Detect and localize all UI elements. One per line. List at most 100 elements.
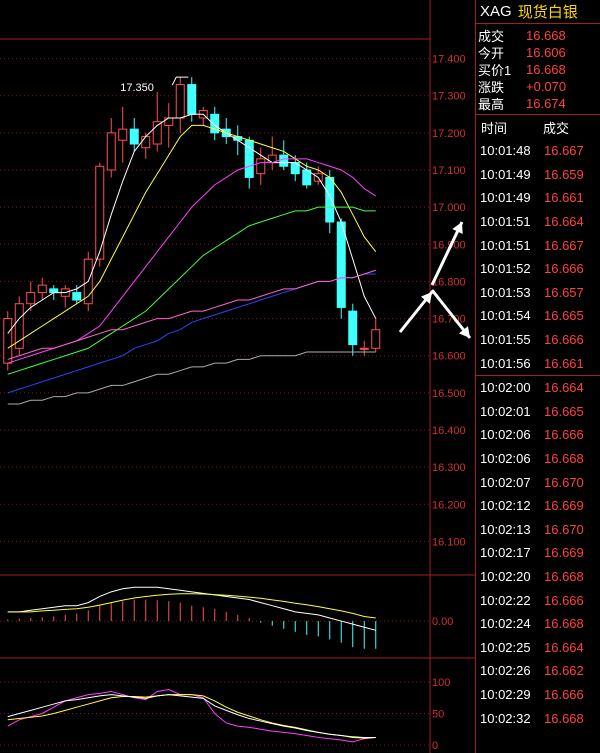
tick-price: 16.668 — [544, 616, 584, 632]
candle-body — [72, 292, 82, 301]
kdj-tick-label: 50 — [432, 709, 444, 721]
symbol-header: XAG 现货白银 — [476, 0, 600, 24]
tick-time: 10:02:25 — [480, 639, 531, 655]
tick-price: 16.664 — [544, 639, 584, 655]
tick-price: 16.670 — [544, 521, 584, 537]
tick-price: 16.667 — [544, 143, 584, 159]
price-tick-label: 17.200 — [432, 128, 466, 140]
kdj-tick-label: 100 — [432, 677, 450, 689]
quote-row: 今开 16.606 — [476, 44, 600, 61]
tick-price: 16.666 — [544, 332, 584, 348]
tick-row: 10:01:49 16.659 — [476, 163, 600, 187]
tick-row: 10:02:13 16.670 — [476, 518, 600, 542]
tick-row: 10:01:51 16.667 — [476, 233, 600, 257]
quote-summary: 成交 16.668 今开 16.606 买价1 16.668 涨跌 +0.070 最高 16.67… — [476, 24, 600, 115]
quote-value: 16.668 — [526, 28, 566, 43]
tick-row: 10:02:24 16.668 — [476, 612, 600, 636]
tick-time: 10:02:06 — [480, 427, 531, 443]
price-tick-label: 16.400 — [432, 425, 466, 437]
tick-time: 10:02:22 — [480, 592, 531, 608]
tick-price: 16.662 — [544, 663, 584, 679]
tick-time: 10:02:07 — [480, 474, 531, 490]
candle-body — [26, 292, 36, 305]
tick-row: 10:01:56 16.661 — [476, 351, 600, 375]
tick-time: 10:02:20 — [480, 568, 531, 584]
tick-time: 10:02:12 — [480, 498, 531, 514]
tick-row: 10:01:48 16.667 — [476, 139, 600, 163]
candle-body — [371, 329, 381, 349]
tick-row: 10:02:17 16.669 — [476, 541, 600, 565]
ticks-header: 时间 成交 — [476, 115, 600, 139]
candle-body — [336, 221, 346, 308]
tick-price: 16.668 — [544, 451, 584, 467]
macd-tick-label: 0.00 — [432, 616, 453, 628]
candle-body — [37, 284, 47, 294]
quote-value: +0.070 — [526, 79, 567, 94]
tick-price: 16.669 — [544, 498, 584, 514]
tick-row: 10:02:32 16.668 — [476, 706, 600, 730]
tick-time: 10:01:52 — [480, 261, 531, 277]
price-tick-label: 17.100 — [432, 165, 466, 177]
tick-row: 10:01:53 16.657 — [476, 281, 600, 305]
price-tick-label: 17.000 — [432, 202, 466, 214]
tick-price: 16.669 — [544, 545, 584, 561]
tick-price: 16.666 — [544, 592, 584, 608]
candle-body — [175, 84, 185, 119]
tick-time: 10:02:29 — [480, 686, 531, 702]
tick-time: 10:02:32 — [480, 710, 531, 726]
symbol-code: XAG — [480, 3, 512, 20]
tick-price: 16.664 — [544, 380, 584, 396]
tick-price: 16.670 — [544, 474, 584, 490]
kdj-tick-label: 0 — [432, 740, 438, 752]
tick-row: 10:01:55 16.666 — [476, 328, 600, 352]
tick-time: 10:02:00 — [480, 380, 531, 396]
tick-row: 10:02:20 16.668 — [476, 565, 600, 589]
candle-body — [279, 154, 289, 167]
price-tick-label: 17.300 — [432, 91, 466, 103]
tick-time: 10:01:51 — [480, 237, 531, 253]
quote-sidebar: XAG 现货白银 成交 16.668 今开 16.606 买价1 16.668 涨跌 +0.0… — [475, 0, 600, 753]
ticks-list-bottom: 10:02:00 16.664 10:02:01 16.665 10:02:06 16.6… — [476, 374, 600, 730]
quote-label: 最高 — [478, 97, 505, 112]
tick-time: 10:02:06 — [480, 451, 531, 467]
candle-body — [187, 84, 197, 115]
tick-price: 16.665 — [544, 403, 584, 419]
candle-body — [95, 165, 105, 260]
tick-row: 10:02:29 16.666 — [476, 683, 600, 707]
tick-price: 16.659 — [544, 166, 584, 182]
price-tick-label: 16.800 — [432, 276, 466, 288]
tick-row: 10:02:12 16.669 — [476, 494, 600, 518]
tick-time: 10:02:26 — [480, 663, 531, 679]
candle-body — [14, 303, 24, 349]
tick-row: 10:01:52 16.666 — [476, 257, 600, 281]
tick-row: 10:02:01 16.665 — [476, 400, 600, 424]
chart-panel[interactable]: 17.400 17.300 17.200 17.100 17.000 16.900 16.8… — [0, 0, 475, 753]
price-tick-label: 16.500 — [432, 388, 466, 400]
moving-average-line — [7, 124, 377, 349]
tick-price: 16.668 — [544, 568, 584, 584]
quote-row: 最高 16.674 — [476, 95, 600, 112]
tick-price: 16.665 — [544, 308, 584, 324]
quote-value: 16.674 — [526, 96, 566, 111]
tick-time: 10:02:17 — [480, 545, 531, 561]
moving-average-line — [7, 269, 376, 360]
tick-price: 16.664 — [544, 214, 584, 230]
moving-average-line — [7, 158, 377, 364]
price-tick-label: 16.100 — [432, 536, 466, 548]
tick-time: 10:02:13 — [480, 521, 531, 537]
candle-body — [129, 128, 139, 145]
moving-average-line — [7, 113, 377, 334]
price-tick-label: 16.300 — [432, 462, 466, 474]
kline-chart[interactable]: 17.40017.30017.20017.10017.00016.90016.8… — [0, 0, 475, 753]
tick-price: 16.668 — [544, 710, 584, 726]
price-tick-label: 16.600 — [432, 351, 466, 363]
candle-body — [256, 158, 266, 175]
tick-row: 10:02:25 16.664 — [476, 635, 600, 659]
tick-price: 16.661 — [544, 190, 584, 206]
tick-time: 10:02:24 — [480, 616, 531, 632]
quote-row: 买价1 16.668 — [476, 61, 600, 78]
tick-price: 16.666 — [544, 686, 584, 702]
tick-price: 16.661 — [544, 355, 584, 371]
tick-price: 16.666 — [544, 261, 584, 277]
candle-body — [141, 136, 151, 149]
